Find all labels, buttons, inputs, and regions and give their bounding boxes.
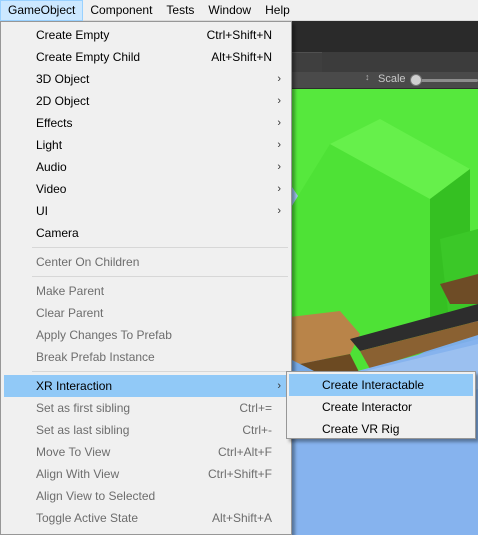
scale-arrows-icon: ↕ bbox=[365, 72, 370, 82]
menu-item-align-view-to-selected[interactable]: Align View to Selected bbox=[4, 485, 289, 507]
menu-item-toggle-active-state[interactable]: Toggle Active State Alt+Shift+A bbox=[4, 507, 289, 529]
menu-item-create-empty[interactable]: Create Empty Ctrl+Shift+N bbox=[4, 24, 289, 46]
menu-item-shortcut: Ctrl+Shift+N bbox=[206, 28, 272, 42]
menu-separator bbox=[32, 276, 288, 277]
menu-item-apply-changes-to-prefab[interactable]: Apply Changes To Prefab bbox=[4, 324, 289, 346]
menu-help[interactable]: Help bbox=[258, 0, 297, 21]
menu-item-label: Clear Parent bbox=[36, 306, 104, 320]
menu-item-label: Make Parent bbox=[36, 284, 105, 298]
menu-item-label: Effects bbox=[36, 116, 73, 130]
menu-item-shortcut: Ctrl+- bbox=[242, 423, 272, 437]
menu-item-label: XR Interaction bbox=[36, 379, 113, 393]
gameobject-dropdown-menu: Create Empty Ctrl+Shift+N Create Empty C… bbox=[0, 21, 292, 535]
menu-item-3d-object[interactable]: 3D Object › bbox=[4, 68, 289, 90]
submenu-item-create-interactable[interactable]: Create Interactable bbox=[289, 374, 473, 396]
menu-item-video[interactable]: Video › bbox=[4, 178, 289, 200]
menu-item-label: Align View to Selected bbox=[36, 489, 156, 503]
menu-window[interactable]: Window bbox=[201, 0, 258, 21]
menu-item-break-prefab-instance[interactable]: Break Prefab Instance bbox=[4, 346, 289, 368]
menu-item-light[interactable]: Light › bbox=[4, 134, 289, 156]
menu-item-ui[interactable]: UI › bbox=[4, 200, 289, 222]
submenu-arrow-icon: › bbox=[277, 139, 281, 151]
submenu-item-create-interactor[interactable]: Create Interactor bbox=[289, 396, 473, 418]
menu-item-align-with-view[interactable]: Align With View Ctrl+Shift+F bbox=[4, 463, 289, 485]
submenu-item-label: Create Interactable bbox=[322, 378, 425, 392]
menu-item-make-parent[interactable]: Make Parent bbox=[4, 280, 289, 302]
menu-item-create-empty-child[interactable]: Create Empty Child Alt+Shift+N bbox=[4, 46, 289, 68]
menu-item-shortcut: Ctrl+= bbox=[239, 401, 272, 415]
menu-item-label: Move To View bbox=[36, 445, 111, 459]
menu-item-label: Apply Changes To Prefab bbox=[36, 328, 172, 342]
menu-item-effects[interactable]: Effects › bbox=[4, 112, 289, 134]
menu-item-label: Create Empty Child bbox=[36, 50, 141, 64]
menu-item-clear-parent[interactable]: Clear Parent bbox=[4, 302, 289, 324]
menu-item-2d-object[interactable]: 2D Object › bbox=[4, 90, 289, 112]
menu-item-label: Camera bbox=[36, 226, 79, 240]
submenu-arrow-icon: › bbox=[277, 183, 281, 195]
xr-interaction-submenu: Create Interactable Create Interactor Cr… bbox=[286, 371, 476, 439]
menu-item-camera[interactable]: Camera bbox=[4, 222, 289, 244]
menu-item-label: Video bbox=[36, 182, 67, 196]
menu-item-label: Set as first sibling bbox=[36, 401, 131, 415]
menu-item-center-on-children[interactable]: Center On Children bbox=[4, 251, 289, 273]
menu-item-label: 2D Object bbox=[36, 94, 90, 108]
submenu-arrow-icon: › bbox=[277, 95, 281, 107]
submenu-item-create-vr-rig[interactable]: Create VR Rig bbox=[289, 418, 473, 440]
menu-separator bbox=[32, 371, 288, 372]
menu-tests[interactable]: Tests bbox=[159, 0, 201, 21]
menu-item-audio[interactable]: Audio › bbox=[4, 156, 289, 178]
menu-item-shortcut: Ctrl+Shift+F bbox=[207, 467, 272, 481]
menu-item-label: Break Prefab Instance bbox=[36, 350, 155, 364]
menu-item-label: Center On Children bbox=[36, 255, 140, 269]
menu-item-move-to-view[interactable]: Move To View Ctrl+Alt+F bbox=[4, 441, 289, 463]
menu-item-label: Light bbox=[36, 138, 63, 152]
menu-item-label: Toggle Active State bbox=[36, 511, 139, 525]
menu-separator bbox=[32, 247, 288, 248]
menu-gameobject[interactable]: GameObject bbox=[0, 0, 84, 21]
submenu-arrow-icon: › bbox=[277, 117, 281, 129]
menu-item-label: Create Empty bbox=[36, 28, 110, 42]
submenu-arrow-icon: › bbox=[277, 380, 281, 392]
submenu-item-label: Create VR Rig bbox=[322, 422, 400, 436]
menu-item-shortcut: Alt+Shift+A bbox=[211, 511, 272, 525]
menu-bar: GameObject Component Tests Window Help bbox=[0, 0, 478, 21]
submenu-arrow-icon: › bbox=[277, 161, 281, 173]
menu-item-shortcut: Alt+Shift+N bbox=[211, 50, 272, 64]
menu-item-label: Set as last sibling bbox=[36, 423, 130, 437]
scale-slider-knob[interactable] bbox=[410, 74, 422, 86]
submenu-arrow-icon: › bbox=[277, 205, 281, 217]
menu-item-label: Align With View bbox=[36, 467, 120, 481]
menu-item-label: UI bbox=[36, 204, 48, 218]
menu-item-label: 3D Object bbox=[36, 72, 90, 86]
submenu-item-label: Create Interactor bbox=[322, 400, 413, 414]
menu-component[interactable]: Component bbox=[83, 0, 159, 21]
menu-item-set-first-sibling[interactable]: Set as first sibling Ctrl+= bbox=[4, 397, 289, 419]
scale-label: Scale bbox=[378, 73, 406, 85]
menu-item-shortcut: Ctrl+Alt+F bbox=[217, 445, 272, 459]
submenu-arrow-icon: › bbox=[277, 73, 281, 85]
menu-item-xr-interaction[interactable]: XR Interaction › bbox=[4, 375, 289, 397]
menu-item-label: Audio bbox=[36, 160, 67, 174]
menu-item-set-last-sibling[interactable]: Set as last sibling Ctrl+- bbox=[4, 419, 289, 441]
